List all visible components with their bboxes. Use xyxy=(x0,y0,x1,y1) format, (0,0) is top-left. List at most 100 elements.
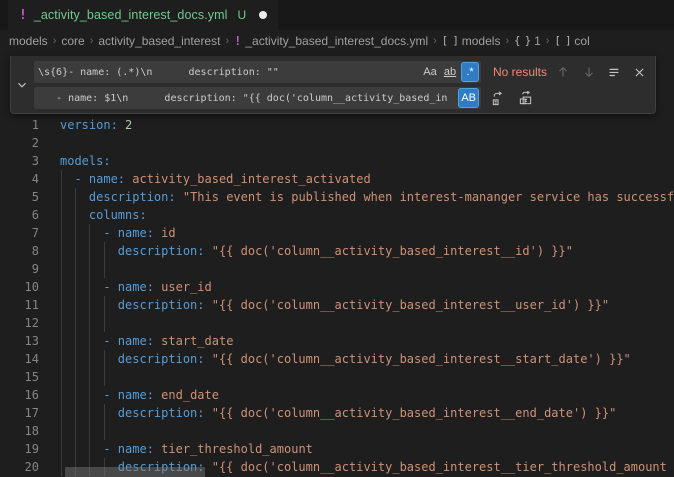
indent-guide xyxy=(75,386,76,404)
unsaved-dot-icon[interactable] xyxy=(259,11,267,19)
line-number: 14 xyxy=(0,350,39,368)
tab-title: _activity_based_interest_docs.yml xyxy=(34,8,228,22)
line-number: 16 xyxy=(0,386,39,404)
indent-guide xyxy=(61,296,62,314)
find-in-selection-icon xyxy=(607,65,621,79)
code-line[interactable] xyxy=(39,368,60,386)
git-status-badge: U xyxy=(238,8,247,22)
code-line[interactable]: description: "{{ doc('column__activity_b… xyxy=(39,242,573,260)
line-number: 9 xyxy=(0,260,39,278)
line-number: 11 xyxy=(0,296,39,314)
indent-guide xyxy=(75,404,76,422)
code-line[interactable] xyxy=(39,422,60,440)
code-line-row: 19 - name: tier_threshold_amount xyxy=(0,440,674,458)
indent-guide xyxy=(89,278,90,296)
horizontal-scrollbar-thumb[interactable] xyxy=(65,467,205,477)
breadcrumb-item[interactable]: !_activity_based_interest_docs.yml xyxy=(234,34,428,48)
breadcrumb-item[interactable]: [ ]col xyxy=(554,34,589,48)
breadcrumb-label: col xyxy=(574,34,589,48)
tab-bar: ! _activity_based_interest_docs.yml U xyxy=(0,0,674,30)
breadcrumb-label: 1 xyxy=(534,34,541,48)
code-line[interactable]: columns: xyxy=(39,206,147,224)
indent-guide xyxy=(61,368,62,386)
breadcrumb: models›core›activity_based_interest›!_ac… xyxy=(0,30,674,52)
code-line[interactable]: - name: activity_based_interest_activate… xyxy=(39,170,371,188)
line-number: 19 xyxy=(0,440,39,458)
find-row: Aa ab .* No results xyxy=(34,61,649,83)
line-number: 3 xyxy=(0,152,39,170)
indent-guide xyxy=(104,368,105,386)
line-number: 1 xyxy=(0,116,39,134)
indent-guide xyxy=(75,422,76,440)
breadcrumb-item[interactable]: activity_based_interest xyxy=(98,34,220,48)
results-count: No results xyxy=(493,65,547,79)
replace-input[interactable] xyxy=(34,87,481,109)
replace-icon xyxy=(491,91,506,106)
line-number: 6 xyxy=(0,206,39,224)
tab-active-file[interactable]: ! _activity_based_interest_docs.yml U xyxy=(8,0,278,30)
code-line-row: 11 description: "{{ doc('column__activit… xyxy=(0,296,674,314)
close-button[interactable] xyxy=(630,62,648,82)
breadcrumb-item[interactable]: { } 1 xyxy=(514,34,541,48)
find-input[interactable] xyxy=(34,61,481,83)
indent-guide xyxy=(104,296,105,314)
indent-guide xyxy=(89,314,90,332)
indent-guide xyxy=(75,278,76,296)
code-line-row: 3models: xyxy=(0,152,674,170)
code-line[interactable]: description: "{{ doc('column__activity_b… xyxy=(39,296,609,314)
regex-toggle[interactable]: .* xyxy=(461,62,479,82)
code-line[interactable]: version: 2 xyxy=(39,116,132,134)
next-match-button[interactable] xyxy=(580,62,598,82)
vscode-window: ! _activity_based_interest_docs.yml U mo… xyxy=(0,0,674,477)
preserve-case-toggle[interactable]: AB xyxy=(458,88,479,108)
indent-guide xyxy=(89,368,90,386)
indent-guide xyxy=(61,440,62,458)
code-line[interactable]: description: "This event is published wh… xyxy=(39,188,674,206)
code-line[interactable]: - name: id xyxy=(39,224,176,242)
code-line-row: 16 - name: end_date xyxy=(0,386,674,404)
indent-guide xyxy=(75,368,76,386)
code-line-row: 15 xyxy=(0,368,674,386)
indent-guide xyxy=(61,278,62,296)
code-line[interactable] xyxy=(39,260,60,278)
line-number: 13 xyxy=(0,332,39,350)
replace-all-button[interactable] xyxy=(515,88,535,108)
code-line-row: 10 - name: user_id xyxy=(0,278,674,296)
match-case-toggle[interactable]: Aa xyxy=(421,62,439,82)
breadcrumb-item[interactable]: [ ]models xyxy=(442,34,501,48)
code-line[interactable] xyxy=(39,134,60,152)
indent-guide xyxy=(104,404,105,422)
code-line[interactable]: - name: end_date xyxy=(39,386,219,404)
code-line[interactable]: description: "{{ doc('column__activity_b… xyxy=(39,350,631,368)
code-line[interactable]: models: xyxy=(39,152,111,170)
code-line[interactable]: - name: user_id xyxy=(39,278,212,296)
symbol-icon: [ ] xyxy=(442,35,458,47)
code-line[interactable]: - name: tier_threshold_amount xyxy=(39,440,313,458)
chevron-down-icon xyxy=(15,78,29,92)
replace-button[interactable] xyxy=(488,88,508,108)
breadcrumb-item[interactable]: core xyxy=(61,34,84,48)
code-line-row: 9 xyxy=(0,260,674,278)
indent-guide xyxy=(89,296,90,314)
code-line[interactable] xyxy=(39,314,60,332)
arrow-down-icon xyxy=(582,65,596,79)
indent-guide xyxy=(89,332,90,350)
line-number: 4 xyxy=(0,170,39,188)
code-line-row: 1version: 2 xyxy=(0,116,674,134)
line-number: 15 xyxy=(0,368,39,386)
code-line[interactable]: - name: start_date xyxy=(39,332,233,350)
indent-guide xyxy=(75,440,76,458)
symbol-icon: { } xyxy=(514,35,530,47)
previous-match-button[interactable] xyxy=(554,62,572,82)
toggle-replace-chevron[interactable] xyxy=(11,56,33,113)
line-number: 17 xyxy=(0,404,39,422)
indent-guide xyxy=(75,332,76,350)
code-line[interactable]: description: "{{ doc('column__activity_b… xyxy=(39,404,616,422)
indent-guide xyxy=(75,314,76,332)
whole-word-toggle[interactable]: ab xyxy=(441,62,459,82)
indent-guide xyxy=(61,206,62,224)
indent-guide xyxy=(61,422,62,440)
indent-guide xyxy=(61,242,62,260)
breadcrumb-item[interactable]: models xyxy=(9,34,48,48)
find-in-selection-button[interactable] xyxy=(605,62,623,82)
